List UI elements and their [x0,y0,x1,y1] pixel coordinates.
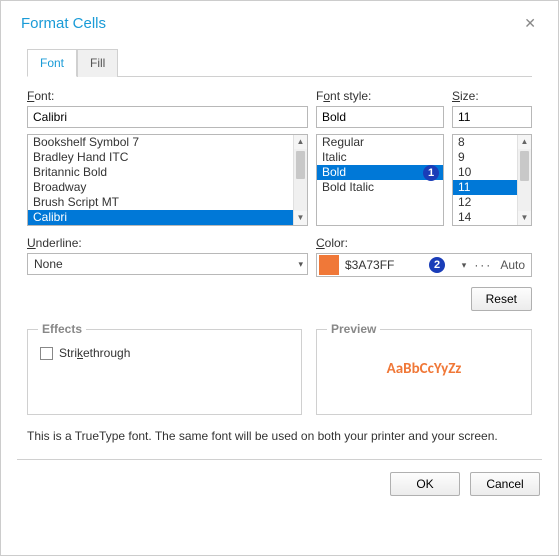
style-input[interactable] [316,106,444,128]
footer-buttons: OK Cancel [1,460,558,508]
strikethrough-label: Strikethrough [59,346,130,360]
effects-legend: Effects [38,322,86,336]
list-item[interactable]: 12 [453,195,517,210]
chevron-down-icon[interactable]: ▾ [462,260,467,271]
scroll-down-icon[interactable]: ▼ [294,211,307,225]
list-item[interactable]: 14 [453,210,517,225]
close-icon[interactable]: ✕ [518,13,542,34]
list-item[interactable]: Bradley Hand ITC [28,150,293,165]
more-icon[interactable]: ··· [474,258,492,272]
scroll-thumb[interactable] [520,151,529,181]
list-item[interactable]: Bookshelf Symbol 7 [28,135,293,150]
format-cells-dialog: Format Cells ✕ Font Fill Font: Bookshelf… [0,0,559,556]
callout-one: 1 [423,165,439,181]
list-item[interactable]: 11 [453,180,517,195]
underline-select[interactable]: None ▾ [27,253,308,275]
tab-content: Font: Bookshelf Symbol 7 Bradley Hand IT… [1,77,558,459]
list-item[interactable]: 10 [453,165,517,180]
style-listbox[interactable]: Regular Italic Bold Bold Italic 1 [316,134,444,226]
ok-button[interactable]: OK [390,472,460,496]
footer-note: This is a TrueType font. The same font w… [27,429,532,443]
font-listbox[interactable]: Bookshelf Symbol 7 Bradley Hand ITC Brit… [27,134,308,226]
scroll-thumb[interactable] [296,151,305,179]
chevron-down-icon: ▾ [298,259,303,270]
size-listbox[interactable]: 8 9 10 11 12 14 ▲ ▼ [452,134,532,226]
list-item[interactable]: Italic [317,150,443,165]
font-input[interactable] [27,106,308,128]
preview-text: AaBbCcYyZz [329,360,519,378]
preview-group: Preview AaBbCcYyZz [316,329,532,415]
scrollbar[interactable]: ▲ ▼ [517,135,531,225]
color-label: Color: [316,236,532,250]
style-label: Font style: [316,89,444,103]
effects-group: Effects Strikethrough [27,329,302,415]
size-label: Size: [452,89,532,103]
scroll-up-icon[interactable]: ▲ [518,135,531,149]
tab-fill[interactable]: Fill [77,49,118,77]
scroll-up-icon[interactable]: ▲ [294,135,307,149]
cancel-button[interactable]: Cancel [470,472,540,496]
scrollbar[interactable]: ▲ ▼ [293,135,307,225]
tab-bar: Font Fill [27,48,532,77]
font-label: Font: [27,89,308,103]
tab-font[interactable]: Font [27,49,77,77]
dialog-title: Format Cells [21,15,106,32]
preview-legend: Preview [327,322,380,336]
list-item[interactable]: Calibri [28,210,293,225]
list-item[interactable]: Brush Script MT [28,195,293,210]
list-item[interactable]: 9 [453,150,517,165]
auto-button[interactable]: Auto [500,258,525,272]
list-item[interactable]: Bold Italic [317,180,443,195]
reset-button[interactable]: Reset [471,287,532,311]
list-item[interactable]: 8 [453,135,517,150]
strikethrough-checkbox[interactable]: Strikethrough [40,346,289,360]
color-swatch [319,255,339,275]
callout-two: 2 [429,257,445,273]
list-item[interactable]: Regular [317,135,443,150]
scroll-down-icon[interactable]: ▼ [518,211,531,225]
checkbox-box [40,347,53,360]
underline-value: None [34,257,63,271]
list-item[interactable]: Broadway [28,180,293,195]
color-value: $3A73FF [345,258,394,272]
size-input[interactable] [452,106,532,128]
underline-label: Underline: [27,236,308,250]
titlebar: Format Cells ✕ [1,1,558,42]
color-picker[interactable]: $3A73FF 2 ▾ ··· Auto [316,253,532,277]
list-item[interactable]: Britannic Bold [28,165,293,180]
